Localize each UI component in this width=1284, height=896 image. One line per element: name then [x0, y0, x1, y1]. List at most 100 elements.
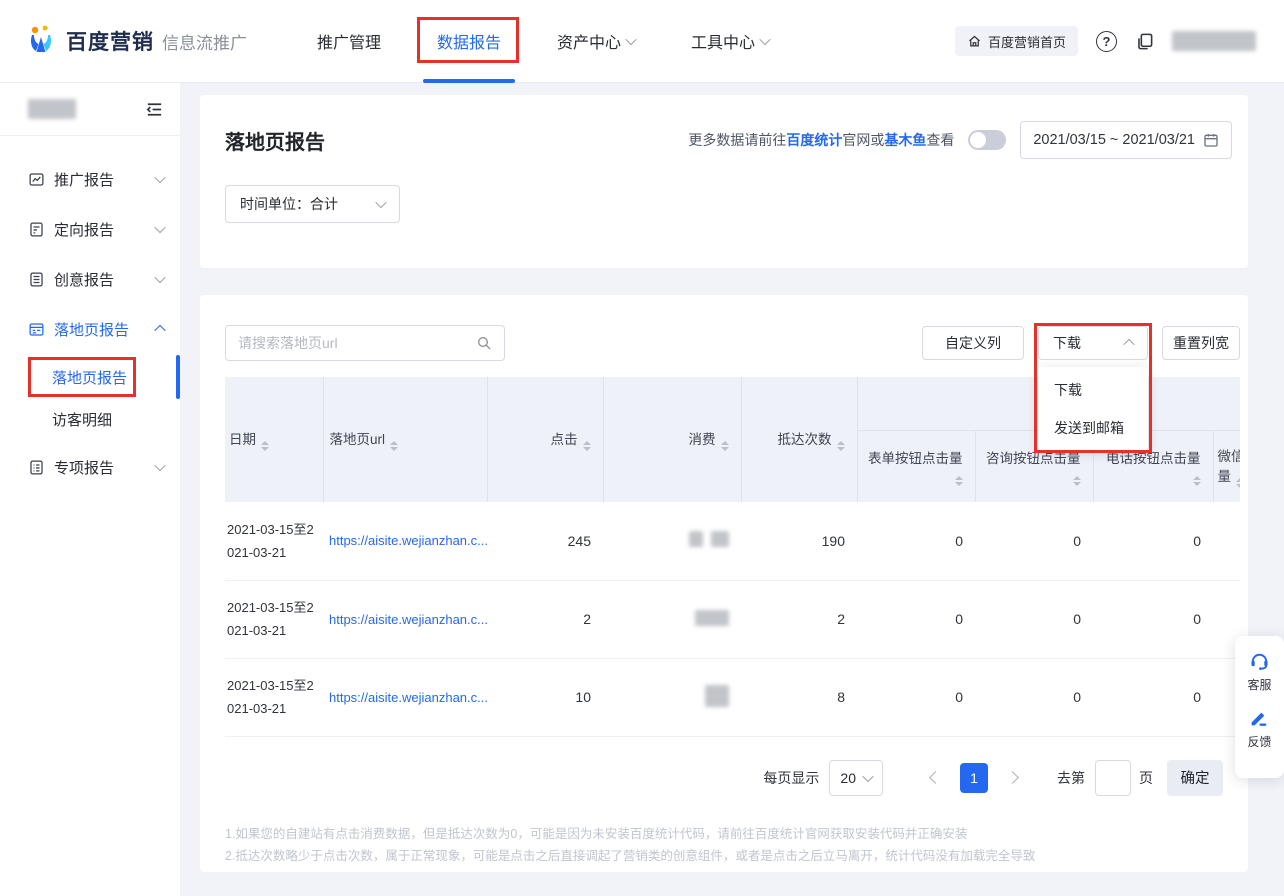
nav-item-promotion-management[interactable]: 推广管理: [311, 0, 387, 83]
page-unit-label: 页: [1139, 768, 1153, 788]
cell-url: https://aisite.wejianzhan.c...: [323, 580, 487, 658]
cell-date: 2021-03-15至2021-03-21: [225, 580, 323, 658]
special-report-icon: [28, 459, 45, 476]
next-page-button[interactable]: [1006, 771, 1019, 784]
cell-form-clicks: 0: [857, 658, 975, 736]
footer-notes: 1.如果您的自建站有点击消费数据，但是抵达次数为0，可能是因为未安装百度统计代码…: [225, 823, 1223, 867]
cell-date: 2021-03-15至2021-03-21: [225, 502, 323, 580]
promotion-report-icon: [28, 171, 45, 188]
column-header-clicks[interactable]: 点击: [487, 377, 603, 502]
creative-report-icon: [28, 271, 45, 288]
download-dropdown: 下载 下载 发送到邮箱: [1038, 326, 1148, 360]
top-navigation-bar: 百度营销 信息流推广 推广管理 数据报告 资产中心 工具中心 百度营销首页 ?: [0, 0, 1284, 83]
chevron-down-icon: [862, 770, 873, 781]
cell-consult-clicks: 0: [975, 658, 1093, 736]
feedback-button[interactable]: 反馈: [1247, 707, 1271, 750]
column-header-date[interactable]: 日期: [225, 377, 323, 502]
chevron-down-icon: [154, 460, 165, 471]
chevron-up-icon: [154, 325, 165, 336]
targeting-report-icon: [28, 221, 45, 238]
sort-icon: [261, 441, 269, 451]
collapse-sidebar-icon[interactable]: [145, 100, 164, 119]
sidebar-subitem-visitor-detail[interactable]: 访客明细: [0, 400, 180, 438]
baidu-tongji-link[interactable]: 百度统计: [786, 132, 842, 148]
jimuyu-link[interactable]: 基木鱼: [884, 132, 926, 148]
baidu-marketing-logo-icon: [24, 24, 58, 58]
home-icon: [967, 34, 982, 49]
current-page-button[interactable]: 1: [960, 763, 988, 793]
toggle-knob: [970, 132, 986, 148]
cell-cost-redacted: [603, 502, 741, 580]
chevron-down-icon: [759, 34, 770, 45]
download-button[interactable]: 下载: [1038, 326, 1148, 360]
download-menu: 下载 发送到邮箱: [1038, 367, 1148, 451]
sort-icon: [583, 441, 591, 451]
calendar-icon: [1203, 132, 1219, 148]
column-header-arrivals[interactable]: 抵达次数: [741, 377, 857, 502]
sort-icon: [1073, 476, 1081, 486]
table-row: 2021-03-15至2021-03-21 https://aisite.wej…: [225, 502, 1240, 580]
sidebar-item-creative-report[interactable]: 创意报告: [0, 254, 180, 304]
search-input[interactable]: [238, 335, 476, 351]
goto-page-input[interactable]: [1095, 760, 1131, 796]
download-menu-item-send-email[interactable]: 发送到邮箱: [1038, 409, 1148, 447]
customer-service-button[interactable]: 客服: [1247, 649, 1271, 693]
copy-icon[interactable]: [1135, 32, 1154, 51]
sidebar-item-landing-page-report[interactable]: 落地页报告: [0, 304, 180, 354]
search-icon[interactable]: [476, 335, 492, 351]
column-header-wechat-button-clicks[interactable]: 微信按钮点击量: [1213, 430, 1240, 502]
confirm-button[interactable]: 确定: [1167, 760, 1223, 796]
landing-page-url-link[interactable]: https://aisite.wejianzhan.c...: [329, 612, 488, 627]
cell-form-clicks: 0: [857, 502, 975, 580]
column-header-cost[interactable]: 消费: [603, 377, 741, 502]
table-row: 2021-03-15至2021-03-21 https://aisite.wej…: [225, 658, 1240, 736]
sidebar-subitem-landing-page-report[interactable]: 落地页报告: [0, 358, 180, 396]
more-data-text: 更多数据请前往百度统计官网或基木鱼查看: [688, 130, 954, 150]
sidebar-item-targeting-report[interactable]: 定向报告: [0, 204, 180, 254]
note-line-2: 2.抵达次数略少于点击次数，属于正常现象，可能是点击之后直接调起了营销类的创意组…: [225, 845, 1223, 867]
nav-item-data-report[interactable]: 数据报告: [431, 0, 507, 83]
cell-cost-redacted: [603, 658, 741, 736]
cell-consult-clicks: 0: [975, 580, 1093, 658]
more-data-toggle[interactable]: [968, 130, 1006, 150]
logo-text: 百度营销: [66, 26, 154, 56]
column-header-url[interactable]: 落地页url: [323, 377, 487, 502]
reset-column-width-button[interactable]: 重置列宽: [1162, 326, 1240, 360]
download-menu-item-download[interactable]: 下载: [1038, 371, 1148, 409]
date-range-picker[interactable]: 2021/03/15 ~ 2021/03/21: [1020, 121, 1232, 159]
note-line-1: 1.如果您的自建站有点击消费数据，但是抵达次数为0，可能是因为未安装百度统计代码…: [225, 823, 1223, 845]
search-box: [225, 325, 505, 361]
time-unit-select[interactable]: 时间单位：合计: [225, 185, 400, 223]
account-name-redacted: [28, 99, 76, 119]
landing-page-url-link[interactable]: https://aisite.wejianzhan.c...: [329, 690, 488, 705]
nav-item-tool-center[interactable]: 工具中心: [685, 0, 775, 83]
per-page-select[interactable]: 20: [829, 760, 883, 796]
table-row: 2021-03-15至2021-03-21 https://aisite.wej…: [225, 580, 1240, 658]
sort-icon: [1236, 478, 1240, 488]
cell-phone-clicks: 0: [1093, 580, 1213, 658]
prev-page-button[interactable]: [929, 771, 942, 784]
cell-phone-clicks: 0: [1093, 658, 1213, 736]
cell-clicks: 2: [487, 580, 603, 658]
page-title: 落地页报告: [225, 126, 325, 155]
landing-page-url-link[interactable]: https://aisite.wejianzhan.c...: [329, 533, 488, 548]
cell-clicks: 245: [487, 502, 603, 580]
chevron-down-icon: [154, 222, 165, 233]
nav-item-asset-center[interactable]: 资产中心: [551, 0, 641, 83]
help-icon[interactable]: ?: [1096, 31, 1117, 52]
cell-url: https://aisite.wejianzhan.c...: [323, 502, 487, 580]
cell-arrivals: 190: [741, 502, 857, 580]
chevron-down-icon: [375, 197, 386, 208]
customize-columns-button[interactable]: 自定义列: [922, 326, 1024, 360]
home-button[interactable]: 百度营销首页: [955, 26, 1078, 56]
sidebar-item-promotion-report[interactable]: 推广报告: [0, 154, 180, 204]
sidebar: 推广报告 定向报告 创意报告 落地页报告 落地页报告: [0, 83, 180, 896]
headset-icon: [1248, 649, 1271, 672]
logo[interactable]: 百度营销 信息流推广: [24, 24, 247, 58]
username-redacted: [1172, 31, 1256, 51]
cell-phone-clicks: 0: [1093, 502, 1213, 580]
sidebar-item-special-report[interactable]: 专项报告: [0, 442, 180, 492]
sort-icon: [1193, 476, 1201, 486]
column-header-form-button-clicks[interactable]: 表单按钮点击量: [857, 430, 975, 502]
top-menu: 推广管理 数据报告 资产中心 工具中心: [289, 0, 797, 83]
